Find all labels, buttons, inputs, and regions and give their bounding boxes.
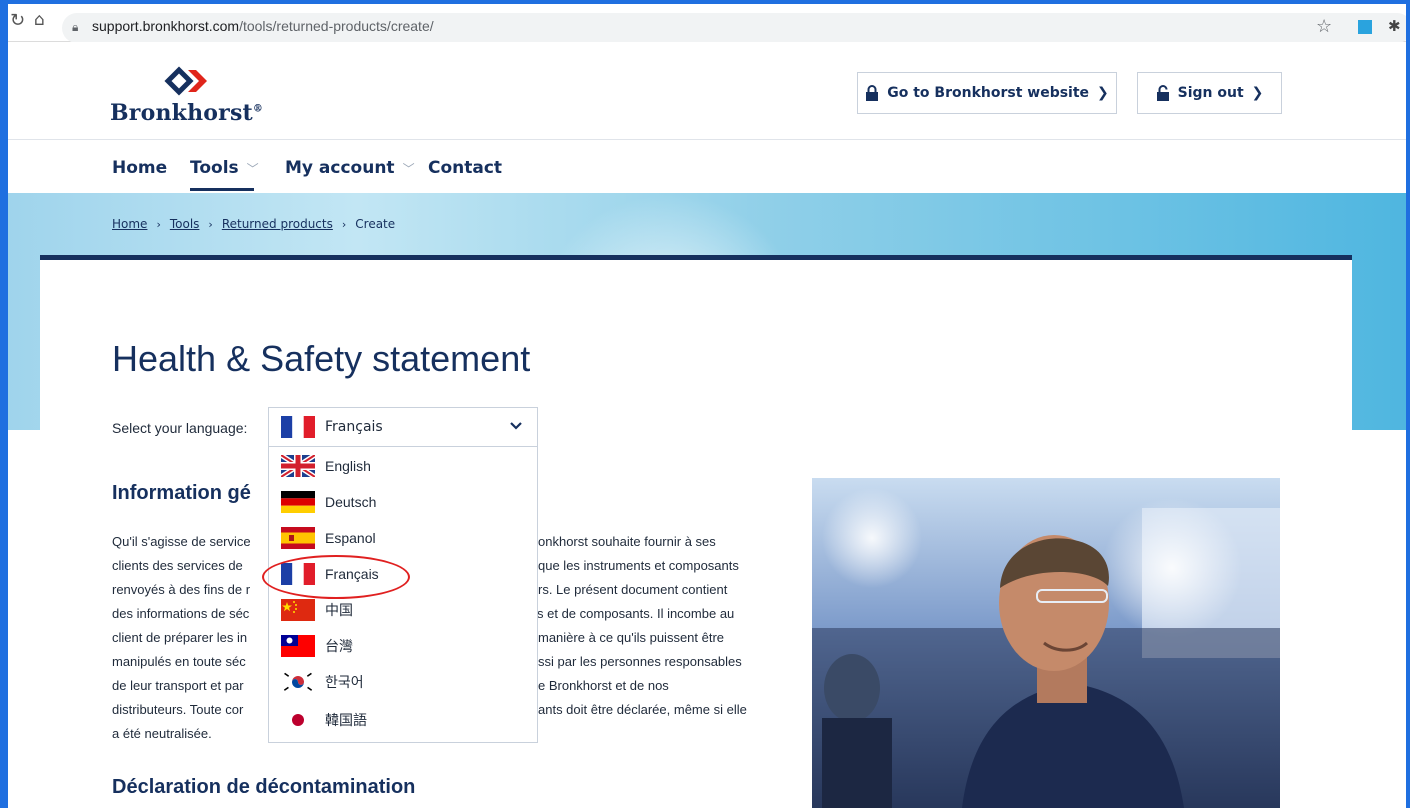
info-paragraph-line: ssi par les personnes responsables — [538, 654, 742, 669]
info-paragraph-line: manipulés en toute séc — [112, 654, 246, 669]
home-icon[interactable]: ⌂ — [34, 10, 45, 30]
language-option-chinese[interactable]: 中国 — [281, 597, 353, 623]
info-paragraph-line: distributeurs. Toute cor — [112, 702, 244, 717]
info-paragraph-line: a été neutralisée. — [112, 726, 212, 741]
info-heading: Information gé — [112, 482, 251, 504]
nav-tools[interactable]: Tools ﹀ — [190, 158, 259, 178]
active-nav-indicator — [190, 188, 254, 191]
info-paragraph-line: manière à ce qu'ils puissent être — [538, 630, 725, 645]
windows-extension-icon[interactable] — [1358, 20, 1372, 34]
sign-out-label: Sign out — [1177, 85, 1244, 101]
puzzle-extension-icon[interactable]: ✱ — [1388, 17, 1401, 35]
engineer-photo — [812, 478, 1280, 808]
language-option-korean[interactable]: 한국어 — [281, 669, 364, 695]
breadcrumb-separator-icon: › — [208, 217, 213, 231]
info-paragraph-line: de leur transport et par — [112, 678, 244, 693]
lock-icon — [866, 85, 879, 101]
nav-home[interactable]: Home — [112, 158, 167, 178]
taiwan-flag-icon — [281, 635, 315, 657]
japan-flag-icon — [281, 709, 315, 731]
language-option-english[interactable]: English — [281, 453, 371, 479]
annotation-highlight-ring — [262, 555, 410, 599]
china-flag-icon — [281, 599, 315, 621]
info-paragraph-line: s et de composants. Il incombe au — [537, 606, 735, 621]
selected-language: Français — [325, 419, 383, 435]
uk-flag-icon — [281, 455, 315, 477]
window-frame-right — [1406, 0, 1410, 808]
info-paragraph-line: des informations de séc — [112, 606, 250, 621]
language-select[interactable]: Français — [268, 407, 538, 447]
info-paragraph-line: clients des services de — [112, 558, 243, 573]
chevron-down-icon: ﹀ — [246, 161, 259, 176]
info-paragraph-line: renvoyés à des fins de r — [112, 582, 251, 597]
language-option-taiwanese[interactable]: 台灣 — [281, 633, 353, 659]
info-paragraph-line: ants doit être déclarée, même si elle — [538, 702, 747, 717]
bookmark-star-icon[interactable]: ☆ — [1316, 16, 1332, 37]
breadcrumb-separator-icon: › — [156, 217, 161, 231]
info-paragraph-line: e Bronkhorst et de nos — [538, 678, 669, 693]
info-paragraph-line: onkhorst souhaite fournir à ses — [538, 534, 716, 549]
info-paragraph-line: client de préparer les in — [112, 630, 248, 645]
breadcrumb-returned-products[interactable]: Returned products — [222, 217, 333, 231]
page-title: Health & Safety statement — [112, 338, 531, 379]
unlock-icon — [1156, 85, 1169, 101]
padlock-icon[interactable]: 🔒︎ — [72, 20, 78, 35]
korea-flag-icon — [281, 671, 315, 693]
breadcrumb: Home › Tools › Returned products › Creat… — [112, 217, 395, 231]
chevron-down-icon — [510, 422, 522, 430]
breadcrumb-tools[interactable]: Tools — [170, 217, 200, 231]
language-option-deutsch[interactable]: Deutsch — [281, 489, 376, 515]
go-to-website-label: Go to Bronkhorst website — [887, 85, 1090, 101]
france-flag-icon — [281, 416, 315, 438]
chevron-down-icon: ﹀ — [402, 161, 415, 176]
language-option-espanol[interactable]: Espanol — [281, 525, 376, 551]
info-paragraph-line: Qu'il s'agisse de service — [112, 534, 251, 549]
chevron-right-icon: ❯ — [1097, 85, 1109, 101]
germany-flag-icon — [281, 491, 315, 513]
spain-flag-icon — [281, 527, 315, 549]
bronkhorst-logo-icon[interactable] — [160, 66, 210, 100]
chevron-right-icon: ❯ — [1251, 85, 1264, 101]
nav-my-account[interactable]: My account ﹀ — [285, 158, 415, 178]
sign-out-button[interactable]: Sign out ❯ — [1137, 72, 1282, 114]
go-to-website-button[interactable]: Go to Bronkhorst website ❯ — [857, 72, 1117, 114]
reload-icon[interactable]: ↻ — [10, 10, 25, 31]
breadcrumb-home[interactable]: Home — [112, 217, 147, 231]
language-label: Select your language: — [112, 420, 248, 436]
language-option-japanese[interactable]: 韓国語 — [281, 707, 367, 733]
breadcrumb-separator-icon: › — [341, 217, 347, 231]
logo-wordmark[interactable]: Bronkhorst® — [110, 100, 263, 126]
breadcrumb-current: Create — [355, 217, 396, 231]
decontamination-heading: Déclaration de décontamination — [112, 776, 416, 798]
nav-contact[interactable]: Contact — [428, 158, 502, 178]
info-paragraph-line: rs. Le présent document contient — [538, 582, 728, 597]
window-frame-left — [0, 0, 8, 808]
window-frame-top — [0, 0, 1410, 4]
url-text[interactable]: support.bronkhorst.com/tools/returned-pr… — [92, 18, 434, 34]
info-paragraph-line: que les instruments et composants — [538, 558, 739, 573]
